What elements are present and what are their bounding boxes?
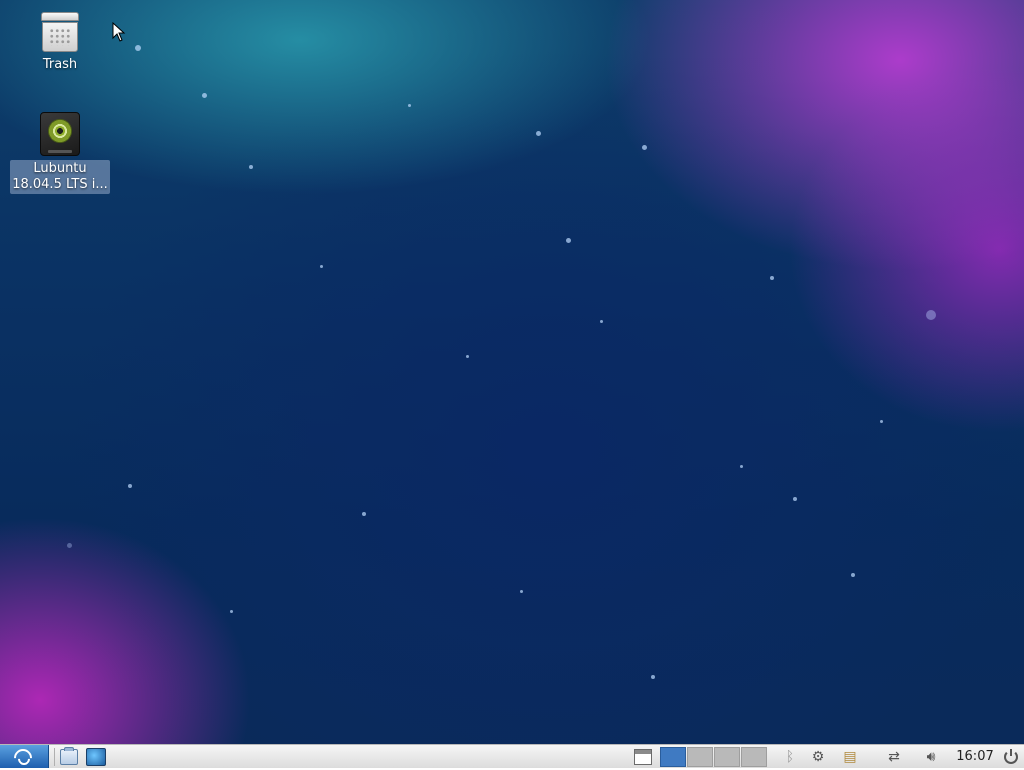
trash-icon	[41, 12, 79, 52]
clock[interactable]: 16:07	[952, 745, 998, 768]
star	[851, 573, 855, 577]
star	[536, 131, 541, 136]
workspace-3[interactable]	[714, 747, 740, 767]
taskbar-separator	[54, 748, 55, 766]
workspace-2[interactable]	[687, 747, 713, 767]
star	[642, 145, 647, 150]
window-icon	[634, 748, 652, 765]
star	[128, 484, 132, 488]
volume-tray-button[interactable]: 🔊︎	[918, 745, 944, 768]
clipboard-tray-button[interactable]: ▤	[838, 745, 862, 768]
desktop-icon-label: Lubuntu 18.04.5 LTS i...	[10, 160, 110, 194]
star	[408, 104, 411, 107]
star	[793, 497, 797, 501]
star	[202, 93, 207, 98]
bluetooth-tray-button[interactable]: ᛒ	[780, 745, 800, 768]
file-manager-launcher[interactable]	[58, 745, 80, 768]
star	[880, 420, 883, 423]
star	[466, 355, 469, 358]
star	[67, 543, 72, 548]
power-button[interactable]	[1000, 745, 1022, 768]
file-manager-icon	[60, 746, 78, 765]
star	[926, 310, 936, 320]
start-menu-button[interactable]	[0, 744, 49, 770]
power-icon	[1004, 748, 1018, 764]
star	[770, 276, 774, 280]
star	[230, 610, 233, 613]
star	[135, 45, 141, 51]
taskbar: ᛒ ⚙ ▤ ⇄ 🔊︎ 16:07	[0, 744, 1024, 770]
star	[651, 675, 655, 679]
star	[600, 320, 603, 323]
bluetooth-icon: ᛒ	[785, 748, 795, 765]
star	[320, 265, 323, 268]
star	[740, 465, 743, 468]
mouse-cursor-icon	[112, 22, 126, 42]
network-tray-button[interactable]: ⚙	[806, 745, 830, 768]
workspace-1[interactable]	[660, 747, 686, 767]
terminal-icon	[86, 747, 106, 766]
clipboard-icon: ▤	[843, 748, 857, 765]
star	[249, 165, 253, 169]
display-icon: ⇄	[888, 748, 900, 765]
workspace-4[interactable]	[741, 747, 767, 767]
desktop-icon-lubuntu-disc[interactable]: Lubuntu 18.04.5 LTS i...	[10, 112, 110, 194]
desktop-icon-trash[interactable]: Trash	[10, 12, 110, 74]
star	[566, 238, 571, 243]
star	[520, 590, 523, 593]
star	[362, 512, 366, 516]
show-desktop-button[interactable]	[631, 745, 655, 768]
terminal-launcher[interactable]	[84, 745, 108, 768]
network-settings-icon: ⚙	[811, 748, 825, 765]
desktop-background: Trash Lubuntu 18.04.5 LTS i...	[0, 0, 1024, 744]
lubuntu-menu-icon	[10, 744, 36, 770]
desktop-icon-label: Trash	[42, 57, 78, 72]
display-tray-button[interactable]: ⇄	[882, 745, 906, 768]
disc-drive-icon	[39, 112, 81, 156]
volume-icon: 🔊︎	[926, 748, 936, 765]
